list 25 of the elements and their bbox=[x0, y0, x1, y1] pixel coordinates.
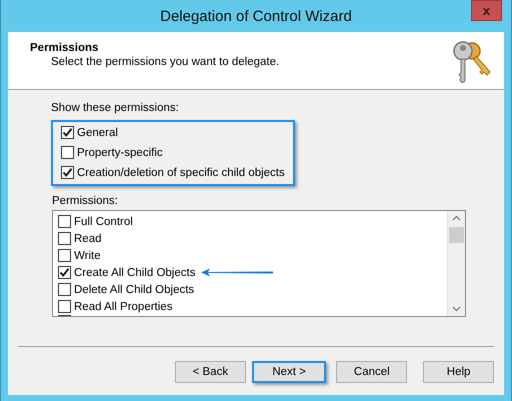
permission-filter-checkbox[interactable]: General bbox=[61, 126, 285, 139]
window-title: Delegation of Control Wizard bbox=[160, 8, 352, 24]
wizard-button[interactable]: Cancel bbox=[336, 361, 408, 383]
close-button[interactable]: x bbox=[471, 0, 502, 21]
permissions-label: Permissions: bbox=[52, 195, 118, 207]
permission-checkbox[interactable]: Create All Child Objects bbox=[58, 266, 196, 279]
permission-checkbox[interactable]: Write bbox=[58, 249, 101, 262]
permission-checkbox[interactable]: Full Control bbox=[58, 215, 133, 228]
permission-checkbox[interactable]: Delete All Child Objects bbox=[58, 283, 194, 296]
permission-checkbox[interactable]: Read All Properties bbox=[58, 300, 172, 313]
permission-filter-checkbox[interactable]: Creation/deletion of specific child objects bbox=[61, 166, 285, 179]
scrollbar-thumb[interactable] bbox=[449, 227, 464, 243]
check-icon bbox=[59, 267, 70, 278]
check-icon bbox=[62, 127, 73, 138]
page-description: Select the permissions you want to delegate. bbox=[50, 56, 280, 68]
keys-icon bbox=[452, 39, 492, 83]
wizard-button[interactable]: Help bbox=[423, 361, 494, 383]
permission-filter-checkbox[interactable]: Property-specific bbox=[61, 146, 285, 159]
wizard-button[interactable]: < Back bbox=[175, 361, 246, 383]
check-icon bbox=[62, 167, 73, 178]
scrollbar[interactable] bbox=[447, 211, 465, 316]
page-heading: Permissions bbox=[30, 42, 100, 54]
wizard-button[interactable]: Next > bbox=[252, 361, 326, 383]
permission-checkbox[interactable]: Read bbox=[58, 232, 102, 245]
show-permissions-label: Show these permissions: bbox=[51, 102, 179, 114]
